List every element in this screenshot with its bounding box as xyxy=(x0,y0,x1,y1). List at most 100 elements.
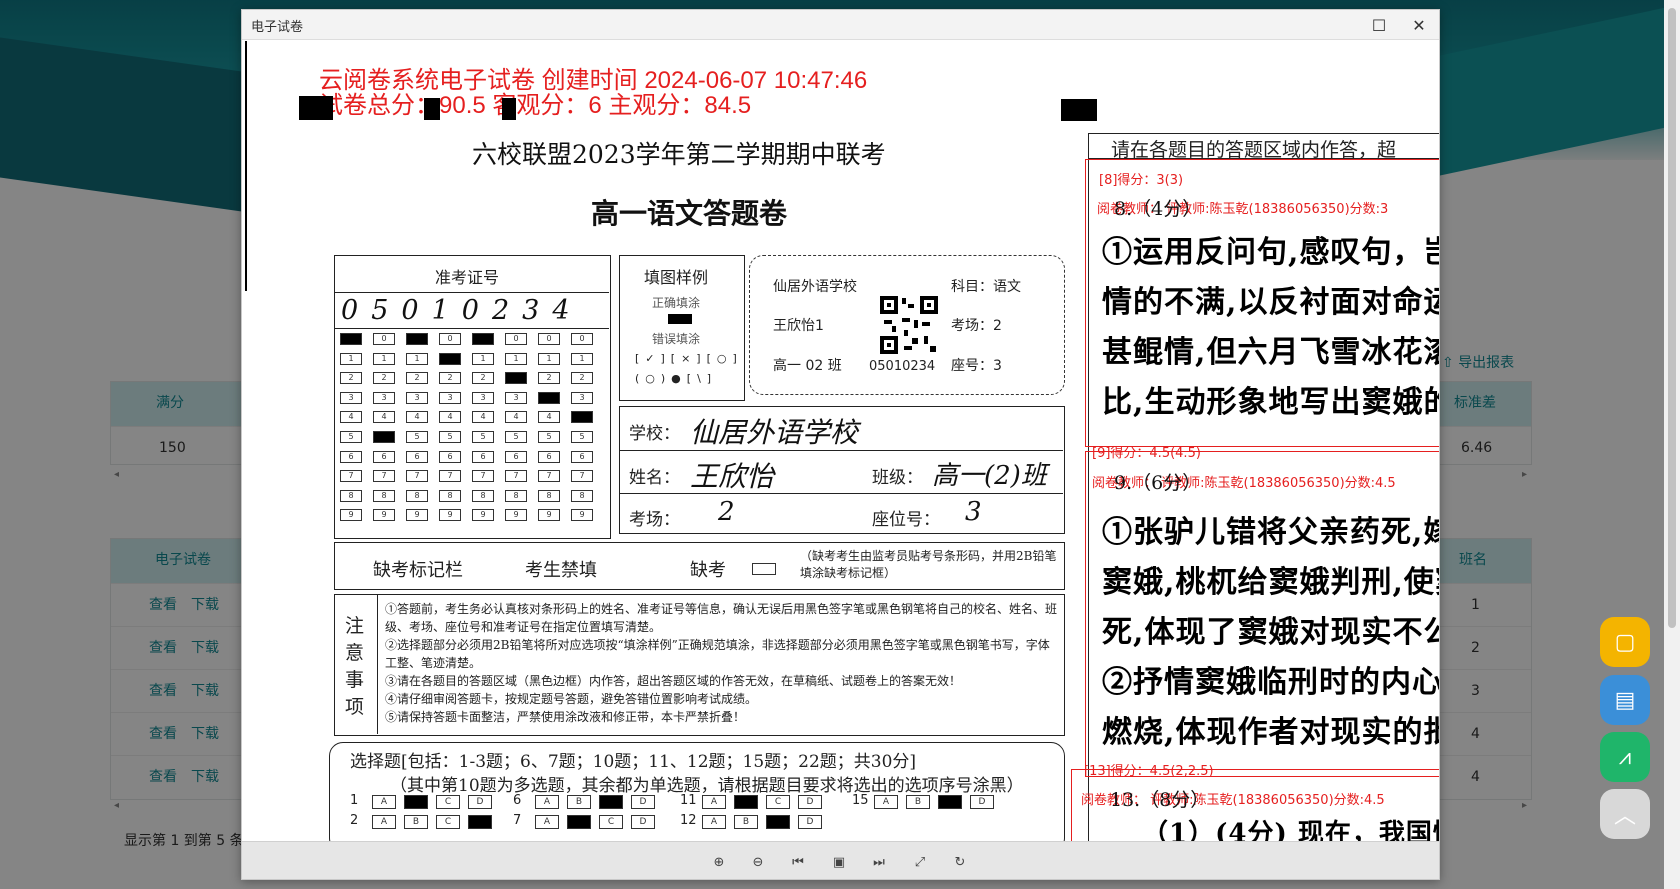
mcq-option-bubble: C xyxy=(599,815,623,829)
id-bubble: 4 xyxy=(538,411,560,424)
correct-fill-sample xyxy=(668,314,692,324)
mcq-option-bubble: A xyxy=(874,795,898,809)
absent-mark-label: 缺考标记栏 xyxy=(373,560,463,581)
seat-label: 座位号： xyxy=(872,510,940,530)
scan-edge xyxy=(245,41,247,291)
back-to-top-button[interactable]: ︿ xyxy=(1600,789,1650,839)
id-bubble: 7 xyxy=(538,470,560,483)
id-bubble: 8 xyxy=(439,489,461,502)
id-bubble: 3 xyxy=(571,391,593,404)
position-mark xyxy=(1061,99,1097,121)
q13-label: 13.（8分） xyxy=(1110,789,1210,811)
prev-button[interactable]: ⏮ xyxy=(788,852,808,872)
id-bubble: 6 xyxy=(571,450,593,463)
image-icon: ▣ xyxy=(832,854,846,870)
id-bubble: 4 xyxy=(505,411,527,424)
name-label: 姓名： xyxy=(629,468,680,488)
q9-answer-line: ②抒情窦娥临刑时的内心独白中,思想 xyxy=(1102,665,1439,700)
sheet-title: 六校联盟2023学年第二学期期中联考 xyxy=(472,140,886,169)
zoom-in-button[interactable]: ⊕ xyxy=(709,852,729,872)
skip-previous-icon: ⏮ xyxy=(792,854,804,870)
mcq-option-bubble xyxy=(599,795,623,809)
student-info-card: 仙居外语学校 科目：语文 王欣怡1 考场：2 高一 02 班 05010234 … xyxy=(749,255,1065,395)
modal-title: 电子试卷 xyxy=(251,20,304,35)
id-bubble: 0 xyxy=(439,333,461,345)
id-bubble: 8 xyxy=(373,489,395,502)
q8-answer-line: 甚鲲情,但六月飞雪冰花滚似 xyxy=(1102,335,1439,370)
exam-id-label: 准考证号 xyxy=(435,268,500,287)
id-bubble: 6 xyxy=(505,450,527,463)
id-bubble: 2 xyxy=(439,372,461,385)
modal-titlebar[interactable]: 电子试卷 ☐ ✕ xyxy=(242,10,1439,40)
mcq-option-bubble xyxy=(734,795,758,809)
image-button[interactable]: ▣ xyxy=(829,852,849,872)
id-bubble: 6 xyxy=(439,450,461,463)
rotate-button[interactable]: ↻ xyxy=(950,852,970,872)
mcq-option-bubble xyxy=(766,815,790,829)
id-bubble: 1 xyxy=(406,352,428,365)
id-bubble: 8 xyxy=(472,489,494,502)
fullscreen-icon: ⤢ xyxy=(914,854,926,870)
id-bubble: 1 xyxy=(571,352,593,365)
page-scrollbar[interactable] xyxy=(1664,0,1680,889)
notes-fab-button[interactable]: ▢ xyxy=(1600,617,1650,667)
id-bubble: 6 xyxy=(373,450,395,463)
fit-screen-button[interactable]: ⤢ xyxy=(910,852,930,872)
q8-answer-line: ①运用反问句,感叹句，岂 xyxy=(1102,235,1439,270)
mcq-question-number: 11 xyxy=(680,793,697,808)
id-bubble: 3 xyxy=(439,391,461,404)
zoom-out-icon: ⊖ xyxy=(752,854,764,870)
id-bubble: 6 xyxy=(406,450,428,463)
id-bubble: 9 xyxy=(340,509,362,522)
info-subject: 科目：语文 xyxy=(951,279,1021,295)
mcq-option-bubble: C xyxy=(436,795,460,809)
exam-paper-modal: 电子试卷 ☐ ✕ 云阅卷系统电子试卷 创建时间 2024-06-07 10:47… xyxy=(241,9,1440,880)
correct-fill-label: 正确填涂 xyxy=(652,296,701,310)
viewer-toolbar: ⊕ ⊖ ⏮ ▣ ⏭ ⤢ ↻ xyxy=(242,841,1439,879)
q8-answer-line: 比,生动形象地写出窦娥的 xyxy=(1102,385,1439,420)
mcq-title: 选择题[包括：1-3题；6、7题；10题；11、12题；15题；22题；共30分… xyxy=(350,752,917,772)
room-handwriting: 2 xyxy=(718,497,735,527)
class-handwriting: 高一(2)班 xyxy=(932,461,1047,491)
info-school: 仙居外语学校 xyxy=(773,279,857,295)
id-bubble: 8 xyxy=(571,489,593,502)
no-fill-label: 考生禁填 xyxy=(525,560,597,581)
class-label: 班级： xyxy=(872,468,923,488)
id-bubble: 4 xyxy=(373,411,395,424)
mcq-option-bubble: B xyxy=(567,795,591,809)
id-bubble: 3 xyxy=(505,391,527,404)
id-bubble xyxy=(373,431,395,443)
zoom-out-button[interactable]: ⊖ xyxy=(748,852,768,872)
note-item: ④请仔细审阅答题卡，按规定题号答题，避免答错位置影响考试成绩。 xyxy=(385,692,758,706)
id-bubble: 3 xyxy=(472,391,494,404)
mcq-option-bubble: A xyxy=(372,795,396,809)
note-item: ③请在各题目的答题区域（黑色边框）内作答，超出答题区域的作答无效，在草稿纸、试题… xyxy=(385,674,962,688)
id-bubble: 6 xyxy=(340,450,362,463)
id-bubble xyxy=(472,333,494,345)
mcq-question-number: 1 xyxy=(350,793,359,808)
info-class: 高一 02 班 xyxy=(773,358,842,374)
paper-image-viewer[interactable]: 云阅卷系统电子试卷 创建时间 2024-06-07 10:47:46 试卷总分：… xyxy=(242,41,1439,841)
next-button[interactable]: ⏭ xyxy=(869,852,889,872)
mcq-option-bubble: A xyxy=(535,795,559,809)
info-student-name: 王欣怡1 xyxy=(773,318,824,334)
id-bubble: 9 xyxy=(505,509,527,522)
absent-checkbox xyxy=(752,563,776,575)
mcq-option-bubble: D xyxy=(631,795,655,809)
id-bubble: 9 xyxy=(439,509,461,522)
mcq-question-number: 7 xyxy=(513,813,522,828)
id-bubble: 4 xyxy=(340,411,362,424)
q8-answer-line: 情的不满,以反衬面对命运不 xyxy=(1102,285,1439,320)
id-bubble: 9 xyxy=(538,509,560,522)
id-bubble: 1 xyxy=(472,352,494,365)
close-button[interactable]: ✕ xyxy=(1402,12,1436,38)
chart-fab-button[interactable]: ⩘ xyxy=(1600,732,1650,782)
document-fab-button[interactable]: ▤ xyxy=(1600,675,1650,725)
q13-score: [13]得分：4.5(2,2.5) xyxy=(1084,764,1214,779)
id-bubble: 2 xyxy=(472,372,494,385)
id-bubble: 9 xyxy=(406,509,428,522)
maximize-button[interactable]: ☐ xyxy=(1362,12,1396,38)
id-bubble xyxy=(538,391,560,404)
sheet-subtitle: 高一语文答题卷 xyxy=(591,197,788,230)
scrollbar-thumb[interactable] xyxy=(1668,8,1676,628)
